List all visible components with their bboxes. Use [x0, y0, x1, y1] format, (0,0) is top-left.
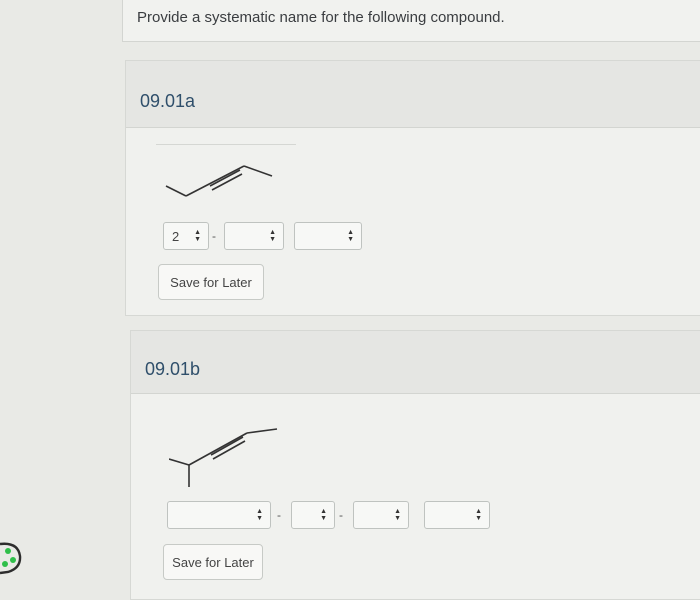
separator: - [277, 508, 281, 522]
question-prompt: Provide a systematic name for the follow… [122, 0, 700, 42]
up-down-arrows-icon: ▲ ▼ [269, 229, 276, 243]
select-value: 2 [172, 229, 180, 244]
molecule-structure-a [165, 165, 273, 197]
question-card-b: 09.01b ▲ ▼ - ▲ ▼ - ▲ ▼ ▲ ▼ Save for Later [130, 330, 700, 600]
up-down-arrows-icon: ▲ ▼ [194, 229, 201, 243]
prompt-text: Provide a systematic name for the follow… [137, 9, 505, 26]
molecule-structure-b [169, 428, 278, 487]
up-down-arrows-icon: ▲ ▼ [475, 508, 482, 522]
question-header-b: 09.01b [131, 331, 700, 394]
question-title: 09.01a [140, 91, 196, 111]
separator: - [339, 508, 343, 522]
suffix-select[interactable]: ▲ ▼ [424, 501, 490, 529]
locant-select[interactable]: 2 ▲ ▼ [163, 222, 209, 250]
question-card-a: 09.01a 2 ▲ ▼ - ▲ ▼ ▲ ▼ Save for Later [125, 60, 700, 316]
up-down-arrows-icon: ▲ ▼ [256, 508, 263, 522]
save-for-later-button[interactable]: Save for Later [158, 264, 264, 300]
substituent-select[interactable]: ▲ ▼ [291, 501, 335, 529]
question-header-a: 09.01a [126, 61, 700, 128]
up-down-arrows-icon: ▲ ▼ [320, 508, 327, 522]
palette-icon[interactable] [0, 538, 22, 578]
up-down-arrows-icon: ▲ ▼ [347, 229, 354, 243]
separator: - [212, 229, 216, 243]
locant-select[interactable]: ▲ ▼ [167, 501, 271, 529]
name-part-select[interactable]: ▲ ▼ [224, 222, 284, 250]
suffix-select[interactable]: ▲ ▼ [294, 222, 362, 250]
question-title: 09.01b [145, 359, 201, 379]
save-for-later-button[interactable]: Save for Later [163, 544, 263, 580]
divider [156, 144, 296, 145]
name-part-select[interactable]: ▲ ▼ [353, 501, 409, 529]
up-down-arrows-icon: ▲ ▼ [394, 508, 401, 522]
